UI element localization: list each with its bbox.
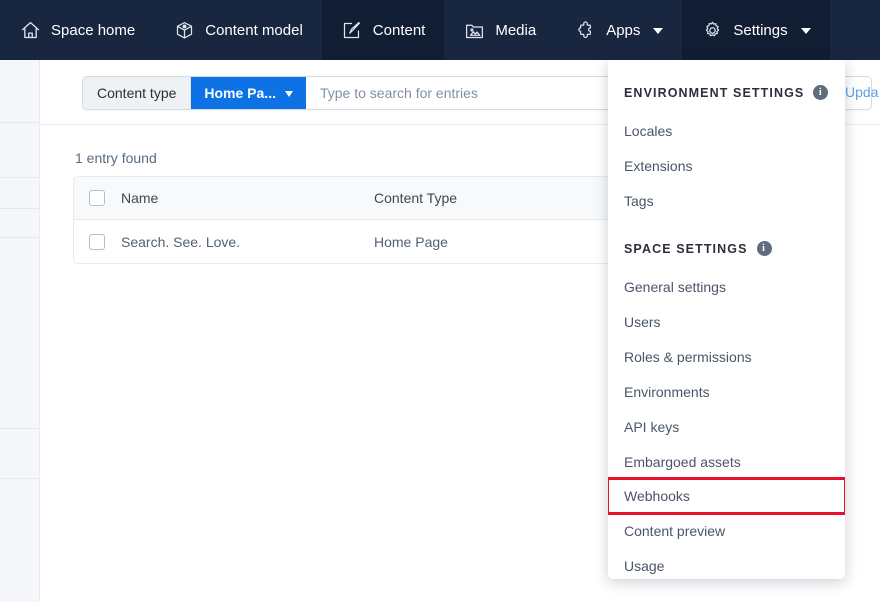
- nav-item-content-model[interactable]: Content model: [154, 0, 322, 60]
- menu-item-embargoed-assets[interactable]: Embargoed assets: [608, 444, 845, 479]
- dropdown-section-header-environment-settings: ENVIRONMENT SETTINGS i: [608, 72, 845, 113]
- media-icon: [463, 19, 485, 41]
- nav-label: Space home: [51, 21, 136, 39]
- chevron-down-icon: [653, 28, 664, 34]
- menu-item-roles-permissions[interactable]: Roles & permissions: [608, 339, 845, 374]
- menu-item-environments[interactable]: Environments: [608, 374, 845, 409]
- gear-icon: [701, 19, 723, 41]
- rail-divider: [0, 428, 40, 429]
- rail-divider: [0, 122, 40, 123]
- cell-entry-name: Search. See. Love.: [121, 233, 241, 250]
- menu-item-users[interactable]: Users: [608, 304, 845, 339]
- apps-icon: [574, 19, 596, 41]
- rail-divider: [0, 177, 40, 178]
- content-icon: [341, 19, 363, 41]
- nav-label: Media: [495, 21, 537, 39]
- nav-item-content[interactable]: Content: [321, 0, 445, 60]
- menu-item-usage[interactable]: Usage: [608, 548, 845, 579]
- menu-item-api-keys[interactable]: API keys: [608, 409, 845, 444]
- chevron-down-icon: [800, 28, 811, 34]
- dropdown-section-header-space-settings: SPACE SETTINGS i: [608, 228, 845, 269]
- column-header-name: Name: [121, 190, 159, 206]
- chevron-down-icon: [284, 91, 293, 97]
- nav-item-settings[interactable]: Settings: [682, 0, 830, 60]
- info-icon[interactable]: i: [756, 241, 772, 256]
- content-type-filter-value: Home Pa...: [204, 85, 276, 101]
- menu-item-content-preview[interactable]: Content preview: [608, 513, 845, 548]
- menu-item-locales[interactable]: Locales: [608, 113, 845, 148]
- menu-item-tags[interactable]: Tags: [608, 183, 845, 218]
- menu-item-extensions[interactable]: Extensions: [608, 148, 845, 183]
- row-select-cell: [74, 233, 119, 250]
- app-window: Space home Content model Content Media A…: [0, 0, 880, 602]
- nav-item-apps[interactable]: Apps: [555, 0, 682, 60]
- content-type-filter-button[interactable]: Home Pa...: [191, 77, 306, 109]
- info-icon[interactable]: i: [813, 85, 829, 100]
- left-rail-panel: [0, 60, 40, 602]
- row-checkbox[interactable]: [88, 233, 105, 250]
- nav-label: Content: [372, 21, 426, 39]
- section-title: ENVIRONMENT SETTINGS: [624, 85, 805, 100]
- rail-divider: [0, 237, 40, 238]
- nav-item-media[interactable]: Media: [444, 0, 555, 60]
- nav-label: Content model: [205, 21, 303, 39]
- select-all-cell: [74, 190, 119, 206]
- entry-count-label: 1 entry found: [75, 150, 157, 166]
- top-navigation-bar: Space home Content model Content Media A…: [0, 0, 880, 60]
- select-all-checkbox[interactable]: [88, 190, 105, 206]
- settings-dropdown-menu: ENVIRONMENT SETTINGS i Locales Extension…: [608, 60, 845, 579]
- menu-item-general-settings[interactable]: General settings: [608, 269, 845, 304]
- rail-divider: [0, 478, 40, 479]
- section-title: SPACE SETTINGS: [624, 241, 748, 256]
- nav-item-space-home[interactable]: Space home: [0, 0, 154, 60]
- rail-divider: [0, 208, 40, 209]
- content-type-label: Content type: [83, 77, 192, 109]
- menu-item-webhooks[interactable]: Webhooks: [608, 477, 845, 515]
- update-button[interactable]: Upda: [845, 84, 878, 100]
- nav-label: Apps: [606, 21, 641, 39]
- home-icon: [19, 19, 41, 41]
- content-model-icon: [173, 19, 195, 41]
- nav-label: Settings: [733, 21, 788, 39]
